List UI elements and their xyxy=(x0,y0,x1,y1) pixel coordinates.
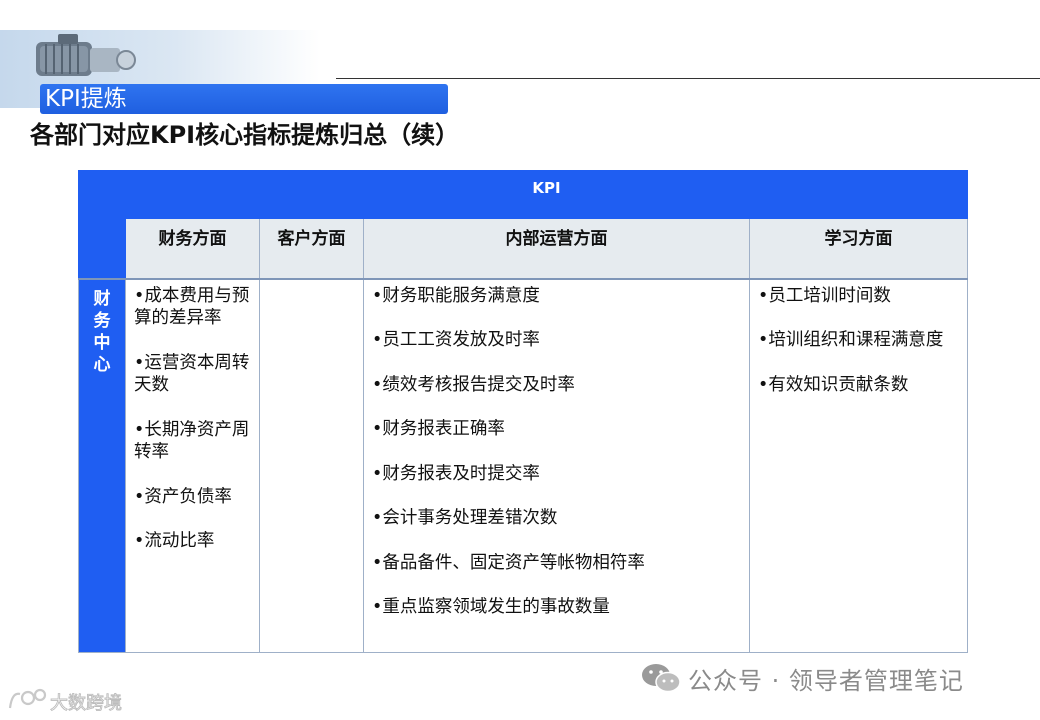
page-title: 各部门对应KPI核心指标提炼归总（续） xyxy=(30,121,460,149)
cell-customer xyxy=(259,278,364,653)
svg-text:大数跨境: 大数跨境 xyxy=(50,693,122,714)
list-item: •员工培训时间数 xyxy=(758,285,891,306)
list-item: •资产负债率 xyxy=(134,486,232,507)
column-header-internal: 内部运营方面 xyxy=(363,218,750,280)
watermark: 公众号 · 领导者管理笔记 xyxy=(640,660,964,696)
logo-mark: 大数跨境 xyxy=(8,688,122,714)
table-corner xyxy=(78,170,126,280)
section-tag-label: KPI提炼 xyxy=(45,86,127,112)
list-item: •运营资本周转天数 xyxy=(134,352,250,396)
section-tag: KPI提炼 xyxy=(40,84,448,114)
kpi-table: KPI 财务方面 客户方面 内部运营方面 学习方面 财 务 中 心 •成本费用与… xyxy=(78,170,969,653)
list-item: •绩效考核报告提交及时率 xyxy=(372,374,575,395)
column-header-learning: 学习方面 xyxy=(748,218,969,280)
list-item: •成本费用与预算的差异率 xyxy=(134,285,250,329)
list-item: •培训组织和课程满意度 xyxy=(758,330,944,350)
list-item: •重点监察领域发生的事故数量 xyxy=(372,597,610,617)
column-header-finance: 财务方面 xyxy=(125,218,260,280)
list-item: •会计事务处理差错次数 xyxy=(372,508,558,528)
list-item: •有效知识贡献条数 xyxy=(758,374,909,395)
list-item: •备品备件、固定资产等帐物相符率 xyxy=(372,552,645,573)
cell-internal: •财务职能服务满意度 •员工工资发放及时率 •绩效考核报告提交及时率 •财务报表正确率… xyxy=(363,278,750,653)
list-item: •员工工资发放及时率 xyxy=(372,330,540,350)
list-item: •财务职能服务满意度 xyxy=(372,285,540,306)
cell-finance: •成本费用与预算的差异率 •运营资本周转天数 •长期净资产周转率 •资产负债率 •流动比… xyxy=(125,278,260,653)
row-label-finance-center: 财 务 中 心 xyxy=(78,278,126,653)
motor-image xyxy=(36,34,136,76)
list-item: •财务报表及时提交率 xyxy=(372,463,540,484)
list-item: •流动比率 xyxy=(134,531,215,551)
watermark-text: 公众号 · 领导者管理笔记 xyxy=(688,666,964,695)
header-rule xyxy=(336,78,1040,79)
kpi-header: KPI xyxy=(124,170,969,219)
list-item: •财务报表正确率 xyxy=(372,419,505,439)
list-item: •长期净资产周转率 xyxy=(134,419,250,463)
cell-learning: •员工培训时间数 •培训组织和课程满意度 •有效知识贡献条数 xyxy=(748,278,969,653)
wechat-icon xyxy=(642,664,681,693)
row-label-text: 财 务 中 心 xyxy=(93,288,111,375)
column-header-customer: 客户方面 xyxy=(259,218,364,280)
